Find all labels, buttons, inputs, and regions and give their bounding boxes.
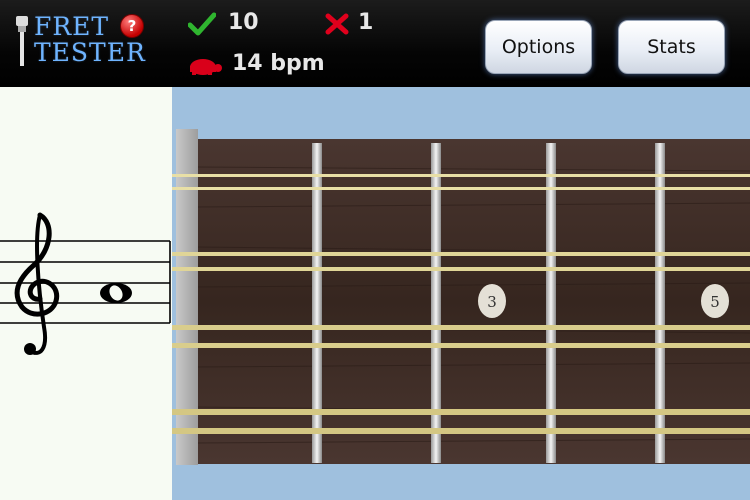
treble-clef-icon xyxy=(14,212,60,355)
whole-note xyxy=(100,283,132,303)
staff-panel xyxy=(0,87,172,500)
music-staff xyxy=(0,212,171,355)
logo-line-fret: Fret xyxy=(34,12,110,41)
help-icon[interactable]: ? xyxy=(120,14,144,38)
top-bar: Fret Tester ? 10 1 14 bpm Options Stats xyxy=(0,0,750,87)
fretboard[interactable]: 3 5 xyxy=(172,87,750,500)
correct-count: 10 xyxy=(228,10,259,35)
wrong-count: 1 xyxy=(358,10,374,35)
stats-button[interactable]: Stats xyxy=(618,20,725,74)
options-button[interactable]: Options xyxy=(485,20,592,74)
string-2[interactable] xyxy=(172,187,750,190)
x-icon xyxy=(325,13,349,35)
tempo-readout: 14 bpm xyxy=(232,51,325,76)
check-icon xyxy=(188,12,216,36)
string-4[interactable] xyxy=(172,267,750,271)
turtle-icon xyxy=(190,59,222,75)
string-6[interactable] xyxy=(172,343,750,348)
fret-marker-5-label: 5 xyxy=(710,293,720,311)
string-1[interactable] xyxy=(172,174,750,177)
fret-marker-3-label: 3 xyxy=(487,293,497,311)
string-8[interactable] xyxy=(172,428,750,434)
string-7[interactable] xyxy=(172,409,750,415)
logo-line-tester: Tester xyxy=(34,38,146,67)
app-logo: Fret Tester ? xyxy=(14,10,164,70)
tuning-peg-icon xyxy=(16,16,28,66)
string-5[interactable] xyxy=(172,325,750,330)
fretboard-area[interactable]: 3 5 xyxy=(172,87,750,500)
string-3[interactable] xyxy=(172,252,750,256)
